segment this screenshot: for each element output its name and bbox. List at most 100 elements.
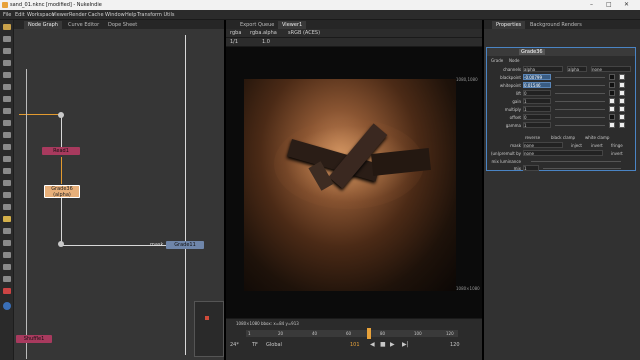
invert-checkbox[interactable]: invert bbox=[591, 143, 603, 148]
lift-field[interactable]: 0 bbox=[523, 90, 551, 96]
metadata-tool-icon[interactable] bbox=[3, 156, 11, 162]
mix-field[interactable]: 1 bbox=[523, 165, 539, 171]
deep-tool-icon[interactable] bbox=[3, 180, 11, 186]
toolsets-tool-icon[interactable] bbox=[3, 192, 11, 198]
read-node[interactable]: Read1 bbox=[42, 147, 80, 155]
other-tool-icon[interactable] bbox=[3, 204, 11, 210]
extra-channel-dropdown[interactable]: none bbox=[591, 66, 631, 72]
utility-tool-icon[interactable] bbox=[3, 276, 11, 282]
multiply-slider[interactable] bbox=[555, 109, 605, 110]
blackpoint-slider[interactable] bbox=[555, 77, 605, 78]
cache-tool-icon[interactable] bbox=[3, 240, 11, 246]
color-picker-icon[interactable] bbox=[619, 122, 625, 128]
blackpoint-field[interactable]: -0.00799 bbox=[523, 74, 551, 80]
maximize-button[interactable]: □ bbox=[606, 1, 612, 8]
minimize-button[interactable]: – bbox=[590, 1, 593, 8]
whitepoint-field[interactable]: 0.01546 bbox=[523, 82, 551, 88]
fps-field[interactable]: 24* bbox=[230, 342, 239, 348]
tf-dropdown[interactable]: TF bbox=[252, 342, 258, 348]
alpha-checkbox[interactable]: alpha bbox=[567, 66, 587, 72]
inject-checkbox[interactable]: inject bbox=[571, 143, 582, 148]
menu-viewer[interactable]: Viewer bbox=[52, 12, 69, 18]
current-frame-field[interactable]: 101 bbox=[350, 342, 360, 348]
offset-field[interactable]: 0 bbox=[523, 114, 551, 120]
plugin-tool-icon[interactable] bbox=[3, 228, 11, 234]
red-tool-icon[interactable] bbox=[3, 288, 11, 294]
color-swatch[interactable] bbox=[609, 98, 615, 104]
gamma-slider[interactable] bbox=[555, 125, 605, 126]
unpremult-invert-checkbox[interactable]: invert bbox=[611, 151, 623, 156]
timeline-track[interactable]: 1 20 40 60 80 100 120 bbox=[246, 328, 458, 339]
shuffle-node[interactable]: Shuffle1 bbox=[16, 335, 52, 343]
color-swatch[interactable] bbox=[609, 122, 615, 128]
grade11-node[interactable]: Grade11 bbox=[166, 241, 204, 249]
fringe-checkbox[interactable]: fringe bbox=[611, 143, 623, 148]
whitepoint-slider[interactable] bbox=[555, 85, 605, 86]
zoom-readout[interactable]: 1/1 bbox=[230, 39, 238, 45]
dot-node[interactable] bbox=[58, 241, 64, 247]
mix-slider[interactable] bbox=[543, 168, 621, 169]
color-swatch[interactable] bbox=[609, 74, 615, 80]
offset-slider[interactable] bbox=[555, 117, 605, 118]
menu-workspace[interactable]: Workspace bbox=[27, 12, 54, 18]
gamma-field[interactable]: 1 bbox=[523, 122, 551, 128]
color-swatch[interactable] bbox=[609, 114, 615, 120]
close-button[interactable]: ✕ bbox=[624, 1, 629, 8]
multiply-field[interactable]: 1 bbox=[523, 106, 551, 112]
menu-cache[interactable]: Cache bbox=[88, 12, 104, 18]
color-picker-icon[interactable] bbox=[619, 82, 625, 88]
unpremult-dropdown[interactable]: none bbox=[523, 150, 603, 156]
stop-icon[interactable]: ■ bbox=[380, 341, 386, 348]
node-graph[interactable]: Read1 Grade36 (alpha) mask Grade11 Shuff… bbox=[14, 29, 224, 360]
menu-window[interactable]: Window bbox=[105, 12, 125, 18]
mix-luminance-slider[interactable] bbox=[531, 161, 621, 162]
subtab-grade[interactable]: Grade bbox=[491, 58, 503, 63]
channels-dropdown[interactable]: alpha bbox=[523, 66, 563, 72]
color-picker-icon[interactable] bbox=[619, 74, 625, 80]
time-tool-icon[interactable] bbox=[3, 48, 11, 54]
end-frame-field[interactable]: 120 bbox=[450, 342, 460, 348]
menu-file[interactable]: File bbox=[3, 12, 11, 18]
color-swatch[interactable] bbox=[609, 82, 615, 88]
white-clamp-checkbox[interactable]: white clamp bbox=[585, 135, 609, 140]
menu-edit[interactable]: Edit bbox=[15, 12, 25, 18]
reverse-checkbox[interactable]: reverse bbox=[525, 135, 540, 140]
color-picker-icon[interactable] bbox=[619, 114, 625, 120]
gain-readout[interactable]: 1.0 bbox=[262, 39, 270, 45]
image-tool-icon[interactable] bbox=[3, 24, 11, 30]
black-clamp-checkbox[interactable]: black clamp bbox=[551, 135, 575, 140]
color-swatch[interactable] bbox=[609, 106, 615, 112]
menu-render[interactable]: Render bbox=[69, 12, 87, 18]
particles-tool-icon[interactable] bbox=[3, 168, 11, 174]
colorspace-dropdown[interactable]: sRGB (ACES) bbox=[288, 30, 320, 36]
color-picker-icon[interactable] bbox=[619, 98, 625, 104]
global-dropdown[interactable]: Global bbox=[266, 342, 282, 348]
python-tool-icon[interactable] bbox=[3, 264, 11, 270]
gizmo-tool-icon[interactable] bbox=[3, 216, 11, 222]
color-picker-icon[interactable] bbox=[619, 90, 625, 96]
gain-field[interactable]: 1 bbox=[523, 98, 551, 104]
node-name-field[interactable]: Grade36 bbox=[519, 49, 545, 55]
menu-transform-utils[interactable]: Transform Utils bbox=[137, 12, 174, 18]
gain-slider[interactable] bbox=[555, 101, 605, 102]
play-forward-icon[interactable]: ▶ bbox=[390, 341, 395, 348]
channels-dropdown[interactable]: rgba bbox=[230, 30, 241, 36]
channel-tool-icon[interactable] bbox=[3, 60, 11, 66]
settings-tool-icon[interactable] bbox=[3, 302, 11, 310]
grade36-node[interactable]: Grade36 (alpha) bbox=[44, 185, 80, 198]
next-frame-icon[interactable]: ▶| bbox=[402, 341, 409, 348]
color-tool-icon[interactable] bbox=[3, 72, 11, 78]
playhead[interactable] bbox=[366, 328, 371, 339]
mask-dropdown[interactable]: none bbox=[523, 142, 563, 148]
views-tool-icon[interactable] bbox=[3, 144, 11, 150]
subtab-node[interactable]: Node bbox=[509, 58, 519, 63]
draw-tool-icon[interactable] bbox=[3, 36, 11, 42]
merge-tool-icon[interactable] bbox=[3, 108, 11, 114]
keyer-tool-icon[interactable] bbox=[3, 96, 11, 102]
3d-tool-icon[interactable] bbox=[3, 132, 11, 138]
dot-node[interactable] bbox=[58, 112, 64, 118]
alpha-dropdown[interactable]: rgba.alpha bbox=[250, 30, 277, 36]
play-back-icon[interactable]: ◀ bbox=[370, 341, 375, 348]
menu-help[interactable]: Help bbox=[125, 12, 136, 18]
filter-tool-icon[interactable] bbox=[3, 84, 11, 90]
